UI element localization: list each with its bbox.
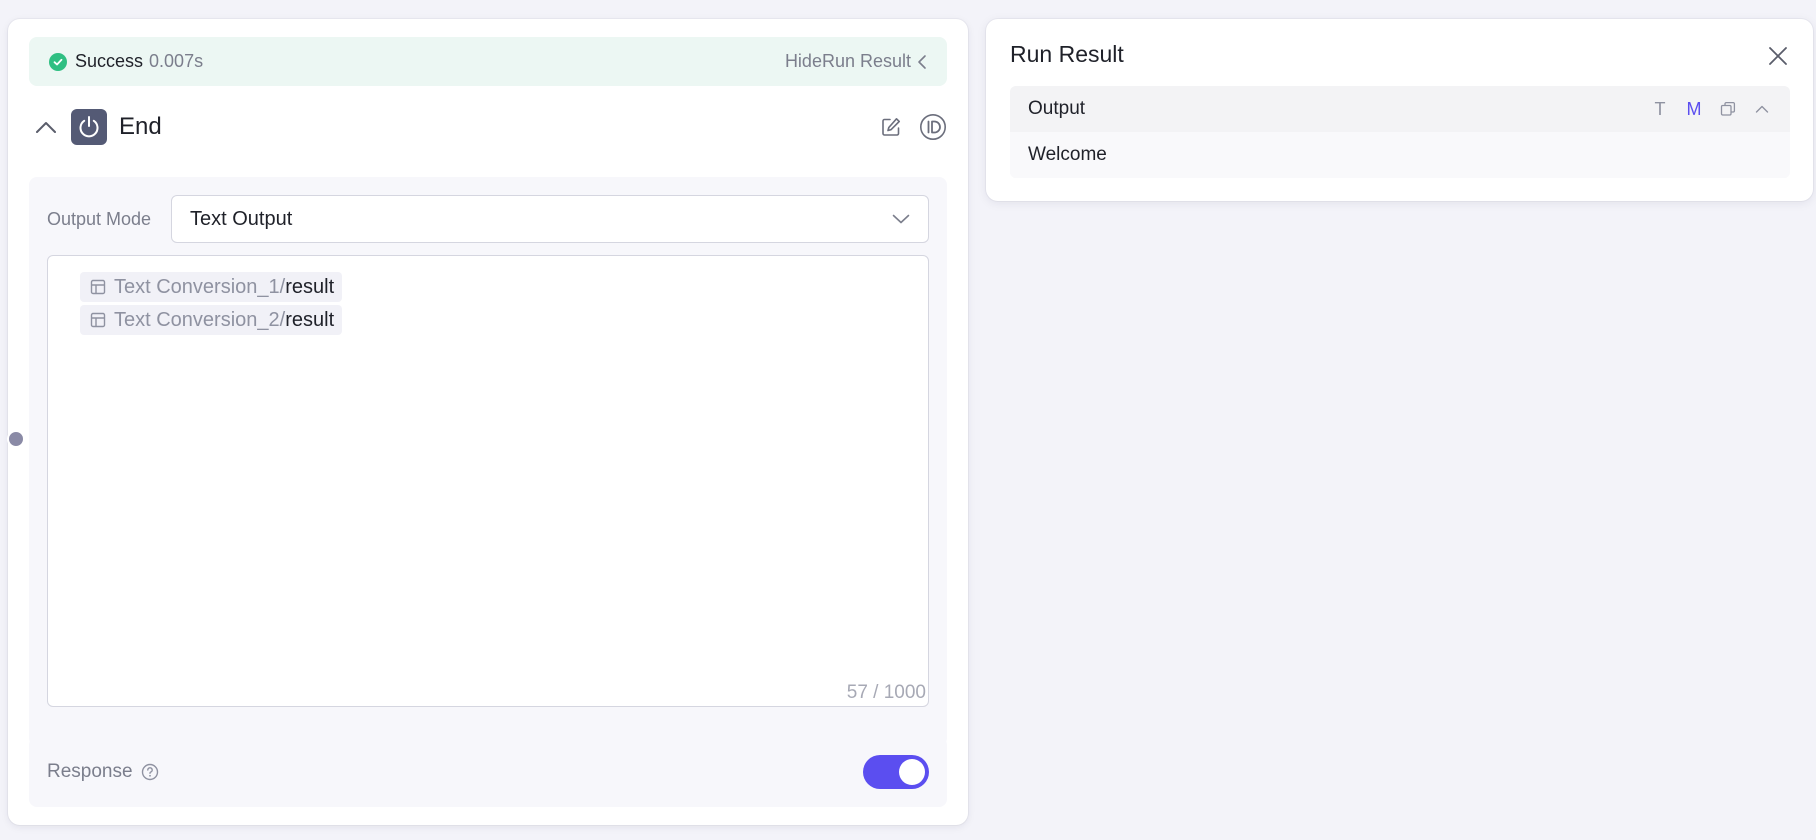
output-mode-value: Text Output: [190, 207, 293, 230]
toggle-knob: [899, 759, 925, 785]
output-mode-select[interactable]: Text Output: [171, 195, 929, 243]
node-title: End: [119, 113, 162, 140]
hide-run-result-label: HideRun Result: [784, 51, 911, 71]
chevron-left-icon: [917, 54, 927, 70]
response-label: Response: [47, 761, 133, 782]
node-header: End: [29, 107, 947, 147]
status-label: Success: [75, 51, 144, 71]
run-result-panel: Run Result Output T M Welcome: [986, 19, 1813, 201]
end-node-panel: Success 0.007s HideRun Result End Output…: [7, 19, 968, 825]
copy-icon[interactable]: [1718, 99, 1738, 119]
output-card-header: Output T M: [1010, 86, 1790, 132]
status-time: 0.007s: [149, 51, 204, 71]
run-result-title: Run Result: [1010, 41, 1124, 67]
variable-node-name: Text Conversion_1: [114, 275, 280, 298]
variable-chip[interactable]: Text Conversion_2/result: [80, 305, 343, 335]
hide-run-result-button[interactable]: HideRun Result: [785, 51, 927, 72]
chevron-up-icon[interactable]: [1752, 99, 1772, 119]
variable-field-name: result: [285, 275, 335, 298]
variable-node-name: Text Conversion_2: [114, 308, 280, 331]
table-icon: [90, 279, 106, 295]
output-card: Output T M Welcome: [1010, 86, 1790, 178]
node-header-actions: [877, 113, 947, 141]
output-value: Welcome: [1010, 132, 1790, 178]
response-toggle[interactable]: [863, 755, 929, 789]
chevron-up-icon[interactable]: [31, 112, 61, 142]
output-card-actions: T M: [1650, 99, 1772, 120]
edit-icon[interactable]: [877, 113, 905, 141]
question-circle-icon[interactable]: [141, 763, 159, 781]
run-status-bar: Success 0.007s HideRun Result: [29, 37, 947, 86]
power-icon: [71, 109, 107, 145]
id-icon[interactable]: [919, 113, 947, 141]
node-config-box: Output Mode Text Output Text Conversion_…: [29, 177, 947, 746]
text-format-button[interactable]: T: [1650, 99, 1670, 120]
output-card-title: Output: [1028, 98, 1086, 119]
input-port-handle[interactable]: [7, 430, 25, 448]
response-row: Response: [29, 737, 947, 807]
variable-field-name: result: [285, 308, 335, 331]
output-mode-row: Output Mode Text Output: [47, 195, 929, 243]
markdown-format-button[interactable]: M: [1684, 99, 1704, 120]
table-icon: [90, 312, 106, 328]
chevron-down-icon: [892, 214, 910, 224]
check-circle-icon: [49, 52, 67, 71]
variable-chip[interactable]: Text Conversion_1/result: [80, 272, 343, 302]
close-icon[interactable]: [1763, 41, 1793, 71]
output-mode-label: Output Mode: [47, 208, 152, 229]
character-count: 57 / 1000: [846, 682, 926, 703]
output-text-editor[interactable]: Text Conversion_1/result Text Conversion…: [47, 255, 929, 707]
